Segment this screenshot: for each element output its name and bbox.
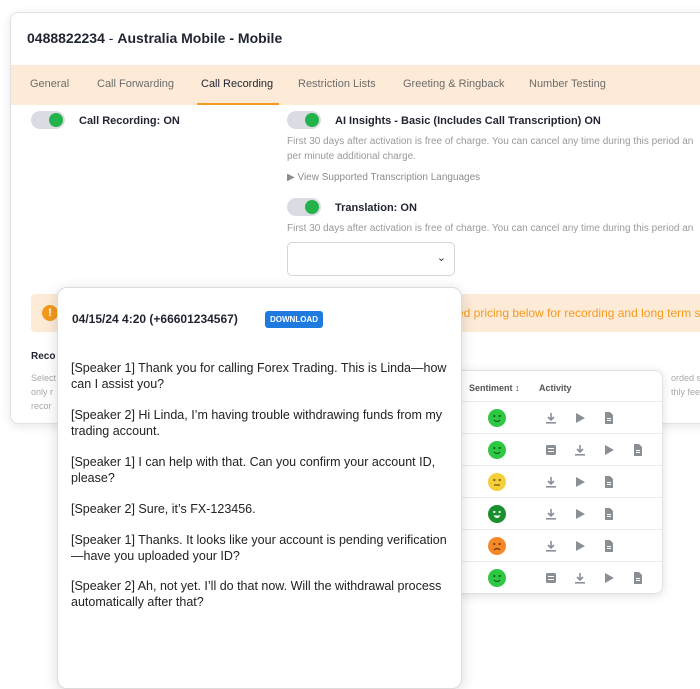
chevron-down-icon: ⌄ — [436, 252, 446, 264]
play-icon[interactable] — [573, 475, 587, 489]
sentiment-positive-icon — [488, 441, 506, 459]
download-icon[interactable] — [573, 571, 587, 585]
translation-toggle[interactable] — [287, 198, 321, 216]
table-row — [456, 497, 662, 530]
tab-number-testing[interactable]: Number Testing — [529, 65, 606, 105]
ai-insights-note-2: per minute additional charge. — [287, 151, 416, 162]
ai-insights-toggle[interactable] — [287, 111, 321, 129]
download-icon[interactable] — [544, 411, 558, 425]
recordings-description: Select only r recor — [31, 371, 56, 413]
tab-greeting-ringback[interactable]: Greeting & Ringback — [403, 65, 505, 105]
play-icon[interactable] — [602, 443, 616, 457]
warning-icon: ! — [42, 305, 58, 321]
download-icon[interactable] — [573, 443, 587, 457]
sentiment-neutral-icon — [488, 473, 506, 491]
toggle-knob — [49, 113, 63, 127]
recordings-table: Sentiment ↕ Activity — [455, 370, 663, 594]
transcript-line: [Speaker 1] I can help with that. Can yo… — [71, 455, 436, 485]
transcript-panel: 04/15/24 4:20 (+66601234567) DOWNLOAD [S… — [57, 287, 462, 689]
transcript-line: [Speaker 1] Thank you for calling Forex … — [71, 361, 447, 391]
download-icon[interactable] — [544, 475, 558, 489]
activity-column-header: Activity — [539, 383, 572, 393]
table-row — [456, 465, 662, 498]
title-separator: - — [104, 30, 118, 46]
translation-language-select[interactable]: ⌄ — [287, 242, 455, 276]
download-icon[interactable] — [544, 539, 558, 553]
sentiment-very-positive-icon — [488, 505, 506, 523]
sentiment-positive-icon — [488, 569, 506, 587]
recordings-heading: Reco — [31, 351, 56, 362]
carrier-name: Australia Mobile - Mobile — [117, 30, 283, 46]
phone-number: 0488822234 — [27, 30, 105, 46]
play-icon[interactable] — [573, 411, 587, 425]
translation-label: Translation: ON — [335, 202, 417, 214]
voicemail-icon[interactable] — [544, 571, 558, 585]
sentiment-header-label: Sentiment — [469, 383, 513, 393]
transcript-line: [Speaker 1] Thanks. It looks like your a… — [71, 533, 447, 563]
page-title: 0488822234 - Australia Mobile - Mobile — [27, 30, 282, 46]
sort-icon: ↕ — [515, 383, 520, 393]
transcript-line: [Speaker 2] Sure, it’s FX-123456. — [71, 502, 256, 516]
document-icon[interactable] — [602, 411, 616, 425]
sentiment-negative-icon — [488, 537, 506, 555]
play-icon[interactable] — [573, 507, 587, 521]
play-icon[interactable] — [602, 571, 616, 585]
voicemail-icon[interactable] — [544, 443, 558, 457]
alert-text: ed pricing below for recording and long … — [457, 306, 700, 320]
tab-call-recording[interactable]: Call Recording — [197, 65, 280, 105]
tab-restriction-lists[interactable]: Restriction Lists — [298, 65, 376, 105]
table-row — [456, 433, 662, 466]
call-recording-label: Call Recording: ON — [79, 115, 180, 127]
description-line: recor — [31, 401, 52, 411]
description-line: Select — [31, 373, 57, 383]
ai-insights-note: First 30 days after activation is free o… — [287, 136, 694, 147]
document-icon[interactable] — [631, 571, 645, 585]
toggle-knob — [305, 200, 319, 214]
sentiment-column-header[interactable]: Sentiment ↕ — [469, 383, 520, 393]
description-line: thly fee c — [671, 387, 700, 397]
download-icon[interactable] — [544, 507, 558, 521]
ai-insights-label: AI Insights - Basic (Includes Call Trans… — [335, 115, 601, 127]
view-languages-link[interactable]: ▶ View Supported Transcription Languages — [287, 170, 480, 185]
description-line: orded so — [671, 373, 700, 383]
table-row — [456, 561, 662, 594]
recordings-description-right: orded so thly fee c — [671, 371, 700, 399]
transcript-line: [Speaker 2] Ah, not yet. I’ll do that no… — [71, 579, 442, 609]
document-icon[interactable] — [602, 475, 616, 489]
document-icon[interactable] — [602, 539, 616, 553]
document-icon[interactable] — [631, 443, 645, 457]
play-icon[interactable] — [573, 539, 587, 553]
transcript-title: 04/15/24 4:20 (+66601234567) — [72, 312, 238, 326]
table-row — [456, 529, 662, 562]
call-recording-toggle[interactable] — [31, 111, 65, 129]
tab-call-forwarding[interactable]: Call Forwarding — [97, 65, 174, 105]
download-button[interactable]: DOWNLOAD — [265, 311, 323, 328]
translation-note: First 30 days after activation is free o… — [287, 223, 694, 234]
document-icon[interactable] — [602, 507, 616, 521]
table-row — [456, 401, 662, 434]
settings-tabs: General Call Forwarding Call Recording R… — [11, 65, 700, 105]
description-line: only r — [31, 387, 54, 397]
sentiment-positive-icon — [488, 409, 506, 427]
tab-general[interactable]: General — [30, 65, 69, 105]
toggle-knob — [305, 113, 319, 127]
transcript-line: [Speaker 2] Hi Linda, I’m having trouble… — [71, 408, 443, 438]
